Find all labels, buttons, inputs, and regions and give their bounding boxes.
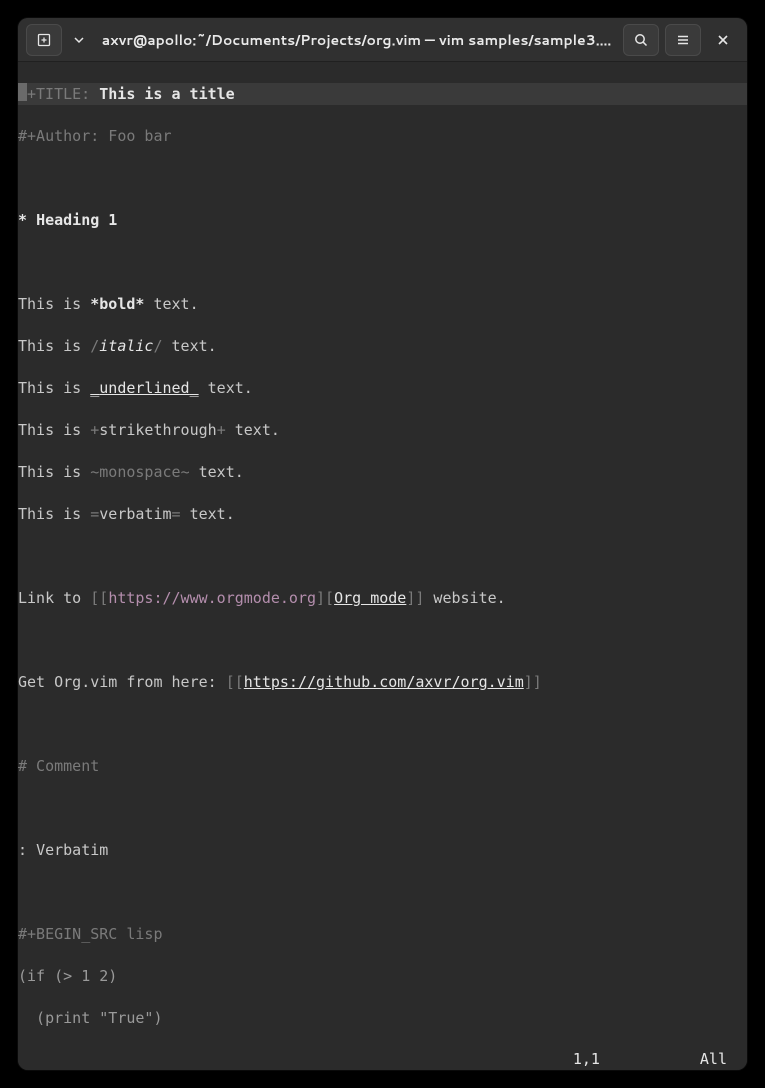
- src-begin: #+BEGIN_SRC lisp: [18, 924, 747, 945]
- link-line-1: Link to [[https://www.orgmode.org][Org m…: [18, 588, 747, 609]
- view-percent: All: [700, 1049, 727, 1070]
- hamburger-icon: [675, 32, 691, 48]
- bold-line: This is *bold* text.: [18, 294, 747, 315]
- strike-line: This is +strikethrough+ text.: [18, 420, 747, 441]
- hamburger-menu-button[interactable]: [665, 24, 701, 56]
- close-icon: [716, 33, 730, 47]
- author-line: #+Author: Foo bar: [18, 126, 747, 147]
- verbatim-colon-line: : Verbatim: [18, 840, 747, 861]
- search-button[interactable]: [623, 24, 659, 56]
- new-tab-icon: [36, 32, 52, 48]
- underline-line: This is _underlined_ text.: [18, 378, 747, 399]
- src-line: (print "True"): [18, 1008, 747, 1029]
- cursor: [18, 83, 27, 101]
- verbatim-line: This is =verbatim= text.: [18, 504, 747, 525]
- title-line: +TITLE: This is a title: [18, 83, 747, 105]
- search-icon: [633, 32, 649, 48]
- buffer: +TITLE: This is a title #+Author: Foo ba…: [18, 62, 747, 1070]
- titlebar: axvr@apollo:~/Documents/Projects/org.vim…: [18, 18, 747, 62]
- vim-status-line: 1,1 All: [18, 1049, 747, 1070]
- heading-1: * Heading 1: [18, 210, 747, 231]
- new-tab-button[interactable]: [26, 24, 62, 56]
- close-button[interactable]: [707, 24, 739, 56]
- terminal-window: axvr@apollo:~/Documents/Projects/org.vim…: [18, 18, 747, 1070]
- cursor-position: 1,1: [573, 1049, 600, 1070]
- link-line-2: Get Org.vim from here: [[https://github.…: [18, 672, 747, 693]
- src-line: (if (> 1 2): [18, 966, 747, 987]
- monospace-line: This is ~monospace~ text.: [18, 462, 747, 483]
- window-title: axvr@apollo:~/Documents/Projects/org.vim…: [96, 30, 617, 50]
- comment-line: # Comment: [18, 756, 747, 777]
- italic-line: This is /italic/ text.: [18, 336, 747, 357]
- chevron-down-icon: [74, 35, 84, 45]
- new-tab-menu-button[interactable]: [68, 24, 90, 56]
- editor-area[interactable]: +TITLE: This is a title #+Author: Foo ba…: [18, 62, 747, 1070]
